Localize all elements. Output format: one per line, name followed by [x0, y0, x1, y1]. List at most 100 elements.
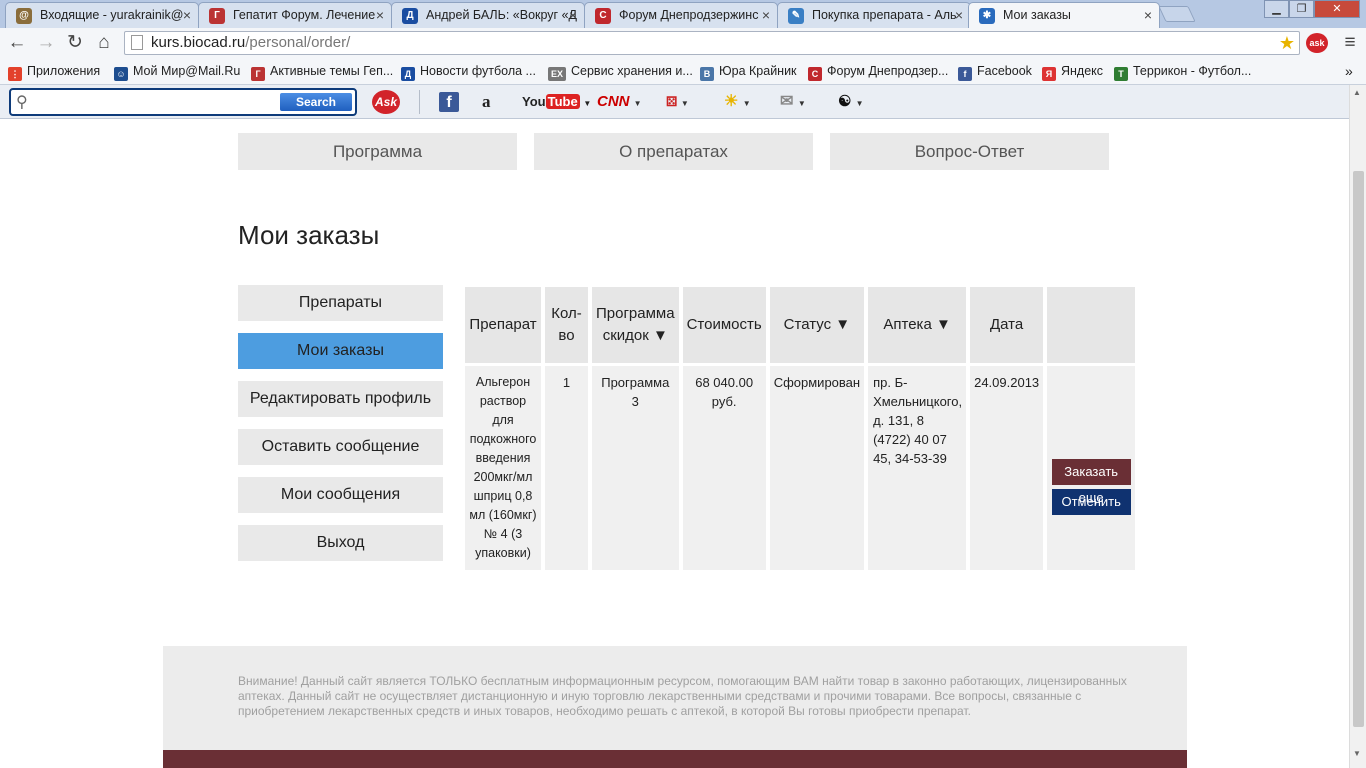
tab-title: Гепатит Форум. Лечение: [233, 8, 376, 22]
disclaimer-text: Внимание! Данный сайт является ТОЛЬКО бе…: [238, 674, 1127, 718]
page-title: Мои заказы: [238, 220, 380, 250]
new-tab-button[interactable]: [1158, 6, 1196, 22]
col-date: Дата: [970, 287, 1044, 363]
browser-tab[interactable]: ✎ Покупка препарата - Аль ×: [777, 2, 971, 28]
forum-icon: Г: [251, 67, 265, 81]
games-icon[interactable]: ⚄ ▼: [666, 92, 689, 114]
address-bar[interactable]: kurs.biocad.ru/personal/order/ ★: [124, 31, 1300, 55]
bookmark-item[interactable]: T Террикон - Футбол...: [1114, 62, 1251, 81]
ask-search-input[interactable]: ⚲ Search: [9, 88, 357, 116]
browser-tab[interactable]: Д Андрей БАЛЬ: «Вокруг «Д ×: [391, 2, 585, 28]
sidebar-item-leave-message[interactable]: Оставить сообщение: [238, 429, 443, 465]
sidebar-item-drugs[interactable]: Препараты: [238, 285, 443, 321]
minimize-button[interactable]: ▁: [1264, 0, 1289, 18]
cancel-order-button[interactable]: Отменить: [1051, 488, 1131, 515]
table-row: Альгерон раствор для подкожного введения…: [465, 366, 1136, 570]
weather-icon[interactable]: ☀ ▼: [724, 92, 751, 114]
sidebar-item-edit-profile[interactable]: Редактировать профиль: [238, 381, 443, 417]
forward-icon[interactable]: →: [34, 31, 58, 55]
cell-status: Сформирован: [769, 366, 865, 570]
bookmark-label: Мой Мир@Mail.Ru: [133, 64, 241, 78]
bookmark-item[interactable]: f Facebook: [958, 62, 1032, 81]
bookmark-item[interactable]: B Юра Крайник: [700, 62, 797, 81]
col-pharmacy[interactable]: Аптека ▼: [868, 287, 967, 363]
menu-icon[interactable]: ≡: [1338, 31, 1362, 55]
dynamo-icon: Д: [401, 67, 415, 81]
maximize-button[interactable]: ❐: [1289, 0, 1314, 18]
tab-title: Покупка препарата - Аль: [812, 8, 957, 22]
url-text: kurs.biocad.ru/personal/order/: [151, 32, 350, 54]
col-price: Стоимость: [682, 287, 766, 363]
bookmark-item[interactable]: ☺ Мой Мир@Mail.Ru: [114, 62, 240, 81]
close-icon[interactable]: ×: [1144, 3, 1152, 27]
browser-toolbar: ← → ↻ ⌂ kurs.biocad.ru/personal/order/ ★…: [0, 28, 1366, 58]
tab-title: Мои заказы: [1003, 8, 1071, 22]
scroll-down-icon[interactable]: ▼: [1353, 749, 1361, 758]
ask-logo[interactable]: Ask: [372, 90, 400, 114]
col-discount-program[interactable]: Программа скидок ▼: [592, 287, 679, 363]
mailru-icon: ☺: [114, 67, 128, 81]
browser-tab[interactable]: Г Гепатит Форум. Лечение ×: [198, 2, 392, 28]
tab-title: Андрей БАЛЬ: «Вокруг «Д: [426, 8, 578, 22]
ask-search-button[interactable]: Search: [280, 93, 352, 111]
reorder-button[interactable]: Заказать еще: [1051, 458, 1131, 505]
close-icon[interactable]: ×: [376, 3, 384, 27]
page-icon: [131, 35, 143, 50]
c-icon: С: [595, 8, 611, 24]
browser-tab[interactable]: @ Входящие - yurakrainik@ ×: [5, 2, 199, 28]
col-status[interactable]: Статус ▼: [769, 287, 865, 363]
facebook-icon[interactable]: f: [439, 92, 459, 112]
bookmark-label: Террикон - Футбол...: [1133, 64, 1252, 78]
mail-icon[interactable]: ✉ ▼: [780, 92, 806, 114]
cell-price: 68 040.00 руб.: [682, 366, 766, 570]
col-qty: Кол-во: [545, 287, 588, 363]
bookmark-label: Приложения: [27, 64, 101, 78]
close-icon[interactable]: ×: [955, 3, 963, 27]
dictionary-icon[interactable]: ☯ ▼: [838, 92, 864, 114]
close-window-button[interactable]: ✕: [1314, 0, 1360, 18]
bookmark-item[interactable]: Я Яндекс: [1042, 62, 1103, 81]
more-bookmarks-icon[interactable]: »: [1345, 62, 1353, 80]
ask-toolbar: ⚲ Search Ask f a You Tube ▼ CNN ▼ ⚄ ▼ ☀ ▼…: [0, 85, 1366, 119]
bookmark-label: Новости футбола ...: [420, 64, 536, 78]
cnn-icon[interactable]: CNN ▼: [597, 92, 642, 114]
bookmark-item[interactable]: С Форум Днепродзер...: [808, 62, 948, 81]
bookmark-item[interactable]: Г Активные темы Геп...: [251, 62, 393, 81]
sidebar-item-logout[interactable]: Выход: [238, 525, 443, 561]
yandex-icon: Я: [1042, 67, 1056, 81]
ex-icon: EX: [548, 67, 566, 81]
orders-table: Препарат Кол-во Программа скидок ▼ Стоимо…: [461, 284, 1139, 573]
close-icon[interactable]: ×: [762, 3, 770, 27]
close-icon[interactable]: ×: [569, 3, 577, 27]
page-scrollbar[interactable]: ▲ ▼: [1349, 85, 1366, 768]
apps-icon: ⋮: [8, 67, 22, 81]
sidebar-item-my-orders[interactable]: Мои заказы: [238, 333, 443, 369]
cell-actions: Заказать еще Отменить: [1047, 366, 1136, 570]
ask-extension-icon[interactable]: ask: [1306, 33, 1328, 53]
col-drug: Препарат: [465, 287, 541, 363]
reload-icon[interactable]: ↻: [63, 31, 87, 55]
cell-date: 24.09.2013: [970, 366, 1044, 570]
bookmark-item[interactable]: Д Новости футбола ...: [401, 62, 536, 81]
url-path: /personal/order/: [245, 34, 351, 51]
bookmark-apps[interactable]: ⋮ Приложения: [8, 62, 100, 81]
url-host: kurs.biocad.ru: [151, 34, 246, 51]
bookmarks-bar: ⋮ Приложения ☺ Мой Мир@Mail.Ru Г Активные т…: [0, 58, 1366, 85]
browser-tab-active[interactable]: ✱ Мои заказы ×: [968, 2, 1160, 28]
back-icon[interactable]: ←: [5, 31, 29, 55]
star-icon[interactable]: ★: [1279, 32, 1295, 54]
amazon-icon[interactable]: a: [482, 92, 491, 112]
home-icon[interactable]: ⌂: [92, 31, 116, 55]
scrollbar-thumb[interactable]: [1353, 171, 1364, 727]
bookmark-label: Форум Днепродзер...: [827, 64, 949, 78]
sidebar-item-my-messages[interactable]: Мои сообщения: [238, 477, 443, 513]
nav-program[interactable]: Программа: [238, 133, 517, 170]
youtube-icon[interactable]: You Tube ▼: [522, 92, 591, 114]
tab-strip: @ Входящие - yurakrainik@ × Г Гепатит Фо…: [0, 0, 1366, 28]
nav-faq[interactable]: Вопрос-Ответ: [830, 133, 1109, 170]
close-icon[interactable]: ×: [183, 3, 191, 27]
scroll-up-icon[interactable]: ▲: [1353, 88, 1361, 97]
browser-tab[interactable]: С Форум Днепродзержинс ×: [584, 2, 778, 28]
bookmark-item[interactable]: EX Сервис хранения и...: [548, 62, 693, 81]
nav-about-drugs[interactable]: О препаратах: [534, 133, 813, 170]
